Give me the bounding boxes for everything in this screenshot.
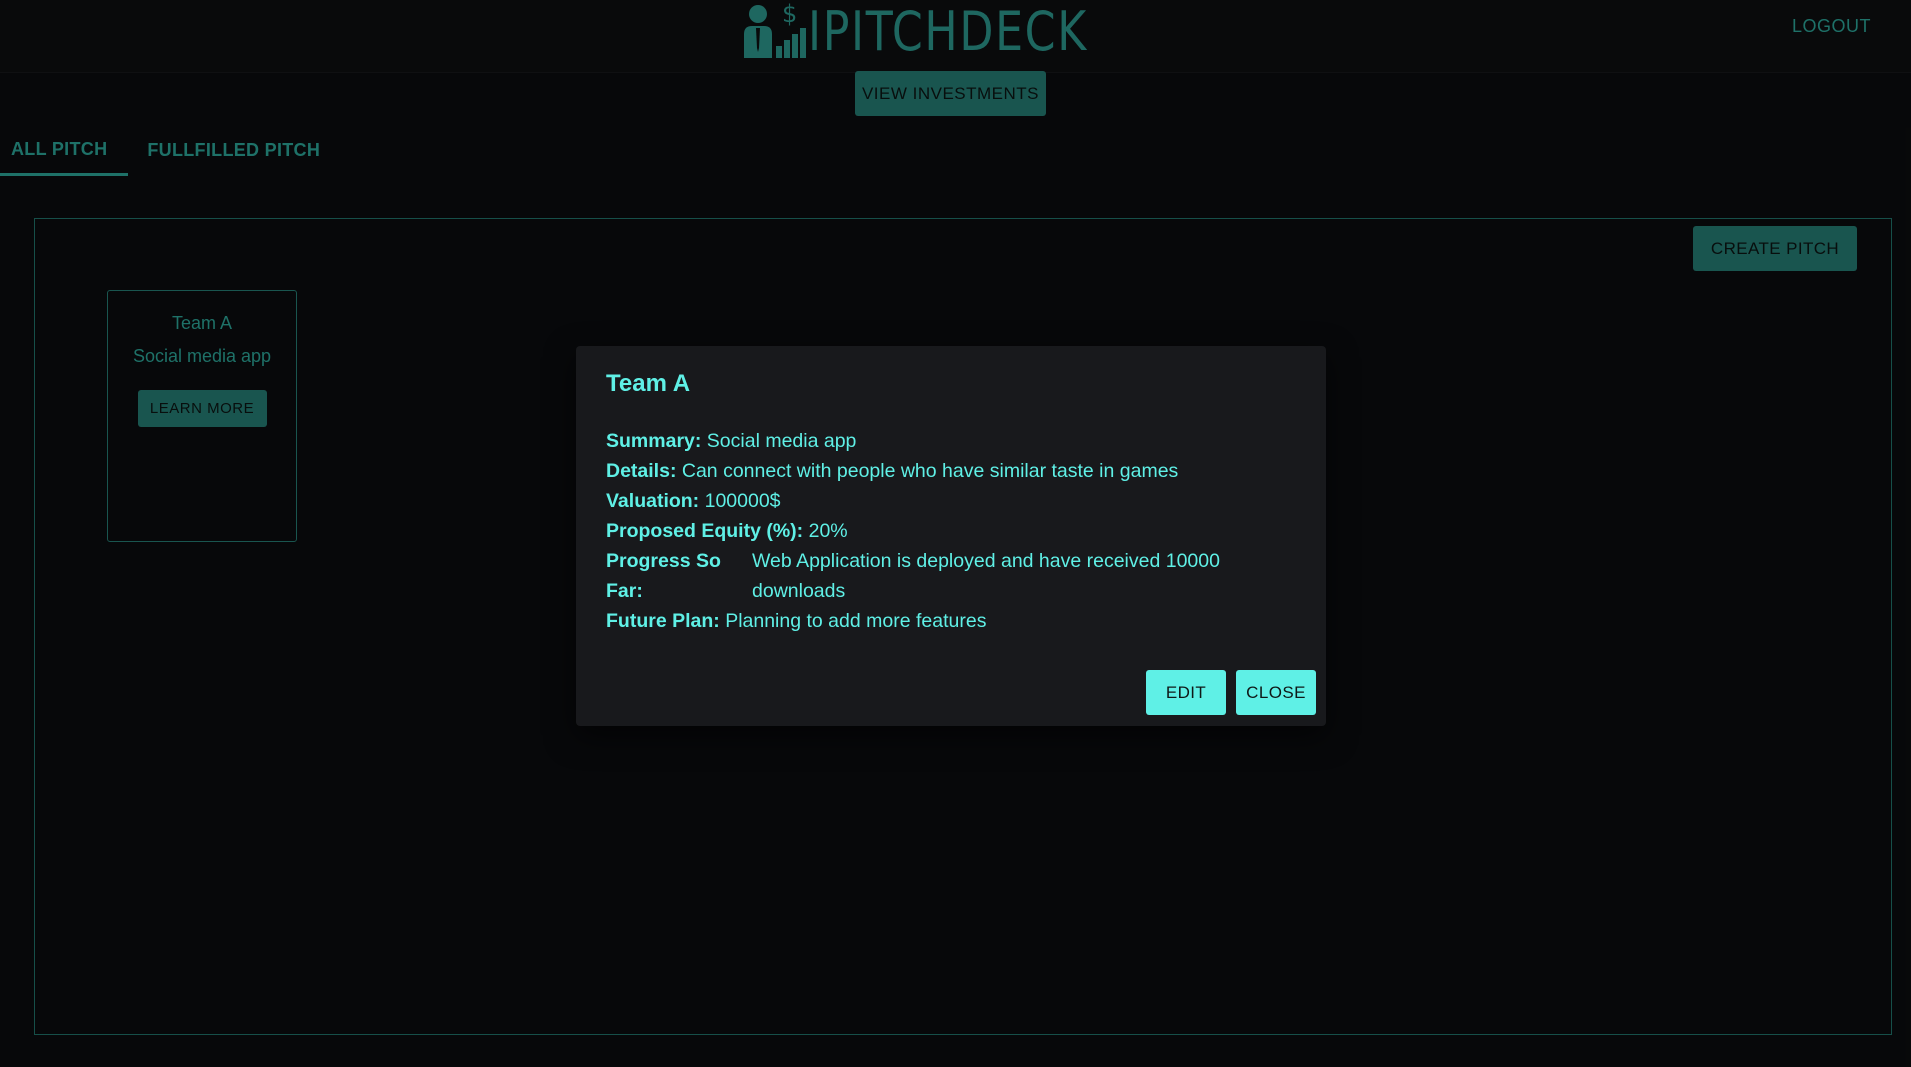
page: $ IPITCHDECK LOGOUT VIEW INVESTMENTS ALL…	[0, 0, 1911, 1067]
summary-value: Social media app	[706, 430, 857, 452]
details-label: Details:	[606, 460, 677, 482]
edit-button[interactable]: EDIT	[1146, 670, 1226, 715]
future-plan-label: Future Plan:	[606, 610, 720, 632]
summary-label: Summary:	[606, 430, 702, 452]
equity-row: Proposed Equity (%): 20%	[606, 516, 1296, 546]
dialog-body: Summary: Social media app Details: Can c…	[606, 426, 1296, 636]
future-plan-row: Future Plan: Planning to add more featur…	[606, 606, 1296, 636]
summary-row: Summary: Social media app	[606, 426, 1296, 456]
dialog-title: Team A	[606, 370, 691, 397]
pitch-details-dialog: Team A Summary: Social media app Details…	[576, 346, 1326, 726]
equity-label: Proposed Equity (%):	[606, 520, 804, 542]
future-plan-value: Planning to add more features	[725, 610, 987, 632]
progress-value: Web Application is deployed and have rec…	[752, 550, 1220, 602]
valuation-label: Valuation:	[606, 490, 700, 512]
details-row: Details: Can connect with people who hav…	[606, 456, 1296, 486]
progress-row: Progress So Far: Web Application is depl…	[606, 546, 1296, 606]
close-button[interactable]: CLOSE	[1236, 670, 1316, 715]
valuation-value: 100000$	[704, 490, 781, 512]
valuation-row: Valuation: 100000$	[606, 486, 1296, 516]
equity-value: 20%	[808, 520, 848, 542]
details-value: Can connect with people who have similar…	[681, 460, 1179, 482]
progress-label: Progress So Far:	[606, 550, 721, 602]
